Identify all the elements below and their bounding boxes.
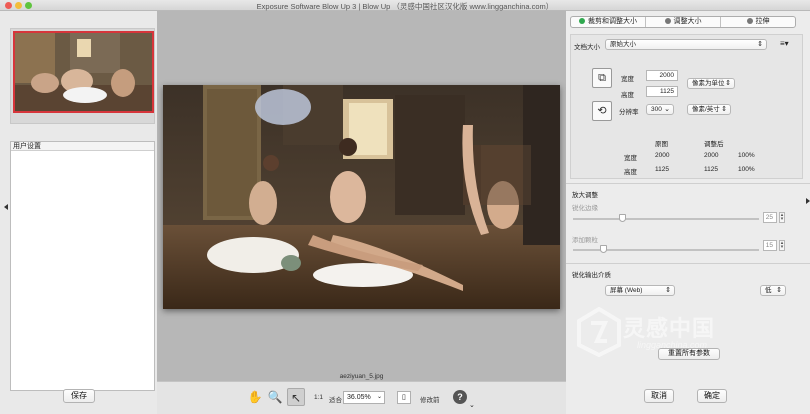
tab-crop-resize[interactable]: 裁剪和调整大小 [571,17,646,27]
chevron-down-icon: ⌄ [376,394,382,400]
before-label[interactable]: 修改前 [420,394,440,404]
grain-stepper[interactable]: ▴ ▾ [779,240,785,251]
sharpen-slider-knob[interactable] [619,214,626,222]
navigator-thumbnail[interactable] [13,31,154,113]
mode-tabs: 裁剪和调整大小 调整大小 拉伸 [570,16,796,28]
sharpen-level-select[interactable]: 低 ⇕ [760,285,786,296]
reset-all-button[interactable]: 重置所有参数 [658,348,720,360]
output-medium-select[interactable]: 屏幕 (Web) ⇕ [605,285,675,296]
add-grain-label: 添加颗粒 [572,237,598,244]
compare-toggle[interactable]: ▯ [397,391,411,404]
table-row-height-adjusted: 1125 [704,166,718,173]
crop-resize-icon[interactable]: ⧉ [592,68,612,88]
table-row-height-label: 高度 [624,169,637,176]
unit-select[interactable]: 像素为单位 ⇕ [687,78,735,89]
table-row-width-original: 2000 [655,152,670,159]
zoom-tool-icon[interactable]: 🔍 [266,388,284,406]
bottom-toolbar: ✋ 🔍 ↖ 1:1 适合 36.05% ⌄ ▯ 修改前 ? ⌄ [157,381,566,414]
title-bar: Exposure Software Blow Up 3 | Blow Up （灵… [0,0,810,11]
sharpen-value[interactable]: 25 [763,212,777,223]
collapse-left-arrow-icon[interactable] [4,204,8,210]
chevron-updown-icon: ⇕ [665,287,671,294]
zoom-field[interactable]: 36.05% ⌄ [343,391,385,404]
enlarge-heading: 放大调整 [572,192,598,199]
active-dot-icon [579,18,585,24]
table-row-height-percent: 100% [738,166,755,173]
resolution-unit-select[interactable]: 像素/英寸 ⇕ [687,104,731,115]
table-row-height-original: 1125 [655,166,669,173]
ok-button[interactable]: 确定 [697,389,727,403]
sharpen-slider-track[interactable] [573,218,759,220]
thumbnail-image [15,33,152,111]
inactive-dot-icon [664,18,671,24]
document-size-select[interactable]: 原始大小 ⇕ [605,39,767,50]
chevron-down-icon: ⌄ [664,106,670,113]
divider [566,183,810,184]
image-filename: aeziyuan_5.jpg [339,373,384,380]
grain-value[interactable]: 15 [763,240,777,251]
height-label: 高度 [621,92,634,99]
height-input[interactable]: 1125 [646,86,678,97]
document-size-label: 文档大小 [574,44,600,51]
help-chevron-icon[interactable]: ⌄ [469,401,475,409]
right-panel: 裁剪和调整大小 调整大小 拉伸 文档大小 原始大小 ⇕ ≡▾ ⧉ ⟲ 宽度 200… [566,11,810,414]
preview-image[interactable] [163,85,560,309]
fit-label[interactable]: 适合 [329,394,342,404]
table-row-width-adjusted: 2000 [704,152,719,159]
tab-resize[interactable]: 调整大小 [646,17,721,27]
image-canvas[interactable]: aeziyuan_5.jpg [157,11,566,381]
presets-menu-icon[interactable]: ≡▾ [780,39,789,48]
sharpen-stepper[interactable]: ▴ ▾ [779,212,785,223]
zoom-value: 36.05% [347,394,371,401]
chevron-updown-icon: ⇕ [725,80,731,87]
resolution-icon[interactable]: ⟲ [592,101,612,121]
navigator-panel [10,28,155,124]
grain-slider-knob[interactable] [600,245,607,253]
width-label: 宽度 [621,76,634,83]
tab-stretch[interactable]: 拉伸 [721,17,795,27]
original-header: 原图 [655,141,668,148]
resolution-label: 分辨率 [619,109,639,116]
table-row-width-percent: 100% [738,152,755,159]
resolution-select[interactable]: 300 ⌄ [646,104,674,115]
left-panel: 用户设置 保存 [0,11,157,414]
chevron-updown-icon: ⇕ [721,106,727,113]
chevron-updown-icon: ⇕ [776,287,782,294]
document-size-group: 文档大小 原始大小 ⇕ ≡▾ ⧉ ⟲ 宽度 2000 高度 1125 像素为单位 ⇕… [570,34,803,179]
collapse-right-arrow-icon[interactable] [806,198,810,204]
chevron-updown-icon: ⇕ [757,41,763,48]
user-presets-header: 用户设置 [11,142,154,151]
cancel-button[interactable]: 取消 [644,389,674,403]
sharpen-edges-label: 锐化边缘 [572,205,598,212]
zoom-one-to-one[interactable]: 1:1 [314,394,323,401]
divider [566,263,810,264]
select-tool-icon[interactable]: ↖ [287,388,305,406]
hand-tool-icon[interactable]: ✋ [246,388,264,406]
width-input[interactable]: 2000 [646,70,678,81]
adjusted-header: 调整后 [704,141,724,148]
output-medium-heading: 锐化输出介质 [572,272,611,279]
photo-content [163,85,560,309]
table-row-width-label: 宽度 [624,155,637,162]
save-button[interactable]: 保存 [63,389,95,403]
help-icon[interactable]: ? [453,390,467,404]
inactive-dot-icon [746,18,753,24]
user-presets-list[interactable]: 用户设置 [10,141,155,391]
